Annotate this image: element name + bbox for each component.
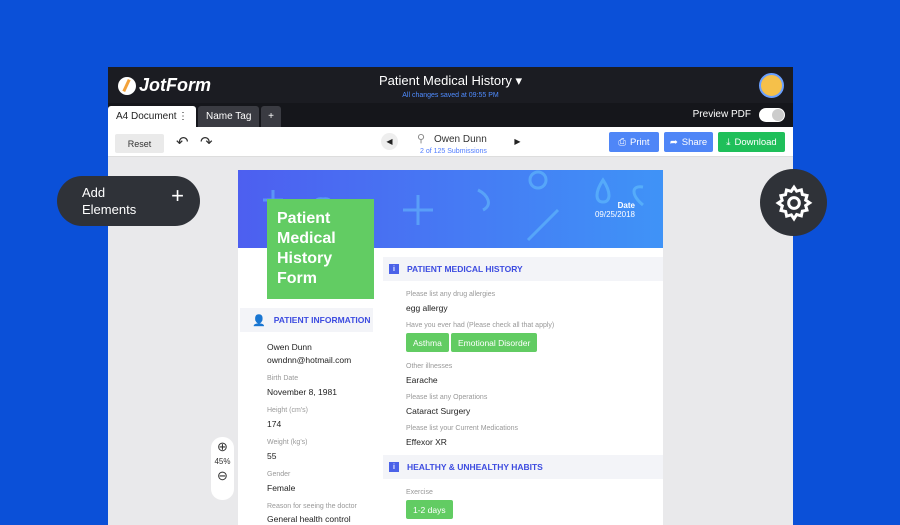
avatar[interactable] xyxy=(759,73,784,98)
title-line: History xyxy=(277,250,333,267)
section-title: PATIENT INFORMATION xyxy=(273,315,371,325)
document-page: Date 09/25/2018 Patient Medical History F… xyxy=(238,170,663,525)
field-label: Gender xyxy=(267,471,291,478)
search-icon[interactable]: ⚲ xyxy=(417,132,425,145)
date-label: Date xyxy=(617,201,635,210)
date-value: 09/25/2018 xyxy=(594,210,635,219)
printer-icon: ⎙ xyxy=(618,136,627,148)
form-title-text: Patient Medical History xyxy=(378,73,512,88)
tab-name-tag[interactable]: Name Tag xyxy=(198,106,260,127)
download-label: Download xyxy=(734,136,777,148)
preview-pdf-label: Preview PDF xyxy=(692,109,751,120)
redo-icon[interactable]: ↷ xyxy=(200,133,213,151)
field-label: Please list your Current Medications xyxy=(406,425,519,432)
share-icon: ➦ xyxy=(669,136,678,148)
submission-name[interactable]: Owen Dunn xyxy=(434,134,487,145)
submission-count[interactable]: 2 of 125 Submissions xyxy=(420,148,487,155)
download-button[interactable]: ⤓ Download xyxy=(718,132,785,152)
prev-submission-button[interactable]: ◀ xyxy=(381,133,398,150)
next-submission-button[interactable]: ▶ xyxy=(509,133,526,150)
field-value: Female xyxy=(267,483,296,493)
zoom-control: ⊕ 45% ⊖ xyxy=(211,437,234,500)
patient-name: Owen Dunn xyxy=(267,342,312,352)
tab-label: A4 Document xyxy=(116,111,177,122)
condition-chip: Asthma xyxy=(406,333,449,352)
field-label: Please list any drug allergies xyxy=(406,291,496,298)
field-value: 55 xyxy=(267,451,277,461)
exercise-chip: 1-2 days xyxy=(406,500,453,519)
info-icon: i xyxy=(389,264,399,274)
form-title-box: Patient Medical History Form xyxy=(267,199,374,299)
field-label: Other illnesses xyxy=(406,363,453,370)
zoom-in-icon[interactable]: ⊕ xyxy=(211,439,234,455)
field-label: Have you ever had (Please check all that… xyxy=(406,322,555,329)
top-bar: JotForm Patient Medical History ▾ All ch… xyxy=(108,67,793,103)
add-tab-button[interactable]: + xyxy=(261,106,281,127)
tab-a4-document[interactable]: A4 Document ⋮ xyxy=(108,106,196,127)
title-line: Form xyxy=(277,270,317,287)
condition-chip: Emotional Disorder xyxy=(451,333,538,352)
share-button[interactable]: ➦ Share xyxy=(664,132,713,152)
print-button[interactable]: ⎙ Print xyxy=(609,132,659,152)
zoom-level: 45% xyxy=(214,457,231,466)
gear-icon xyxy=(774,183,812,222)
field-label: Weight (kg's) xyxy=(267,439,308,446)
field-label: Height (cm's) xyxy=(267,407,309,414)
patient-email: owndnn@hotmail.com xyxy=(267,355,352,365)
patient-information-header: 👤 PATIENT INFORMATION xyxy=(240,308,373,332)
field-value: Effexor XR xyxy=(406,437,447,447)
section-title: PATIENT MEDICAL HISTORY xyxy=(407,264,523,274)
zoom-out-icon[interactable]: ⊖ xyxy=(211,468,234,484)
add-elements-button[interactable]: Add Elements + xyxy=(57,176,200,226)
date-field: Date 09/25/2018 xyxy=(595,201,635,219)
preview-pdf-toggle[interactable] xyxy=(759,108,785,122)
field-label: Exercise xyxy=(406,489,433,496)
person-icon: 👤 xyxy=(252,314,266,327)
print-label: Print xyxy=(630,136,650,148)
field-value: November 8, 1981 xyxy=(267,387,337,397)
form-title[interactable]: Patient Medical History ▾ xyxy=(108,73,793,89)
reset-button[interactable]: Reset xyxy=(115,134,164,153)
tab-bar: A4 Document ⋮ Name Tag + Preview PDF xyxy=(108,103,793,127)
field-label: Reason for seeing the doctor xyxy=(267,503,357,510)
field-label: Birth Date xyxy=(267,375,299,382)
more-icon[interactable]: ⋮ xyxy=(178,111,188,122)
plus-icon: + xyxy=(171,183,184,208)
habits-header: i HEALTHY & UNHEALTHY HABITS xyxy=(383,455,663,479)
undo-icon[interactable]: ↶ xyxy=(176,133,189,151)
field-label: Please list any Operations xyxy=(406,394,488,401)
field-value: Cataract Surgery xyxy=(406,406,471,416)
section-title: HEALTHY & UNHEALTHY HABITS xyxy=(407,462,543,472)
field-value: Earache xyxy=(406,375,438,385)
title-line: Medical xyxy=(277,230,336,247)
share-label: Share xyxy=(681,136,708,148)
field-value: egg allergy xyxy=(406,303,448,313)
info-icon: i xyxy=(389,462,399,472)
save-status: All changes saved at 09:55 PM xyxy=(402,92,499,99)
settings-button[interactable] xyxy=(760,169,827,236)
toolbar: Reset ↶ ↷ ◀ ⚲ Owen Dunn 2 of 125 Submiss… xyxy=(108,127,793,157)
field-value: General health control xyxy=(267,514,351,524)
field-value: 174 xyxy=(267,419,282,429)
medical-history-header: i PATIENT MEDICAL HISTORY xyxy=(383,257,663,281)
title-line: Patient xyxy=(277,210,331,227)
download-icon: ⤓ xyxy=(726,136,731,148)
